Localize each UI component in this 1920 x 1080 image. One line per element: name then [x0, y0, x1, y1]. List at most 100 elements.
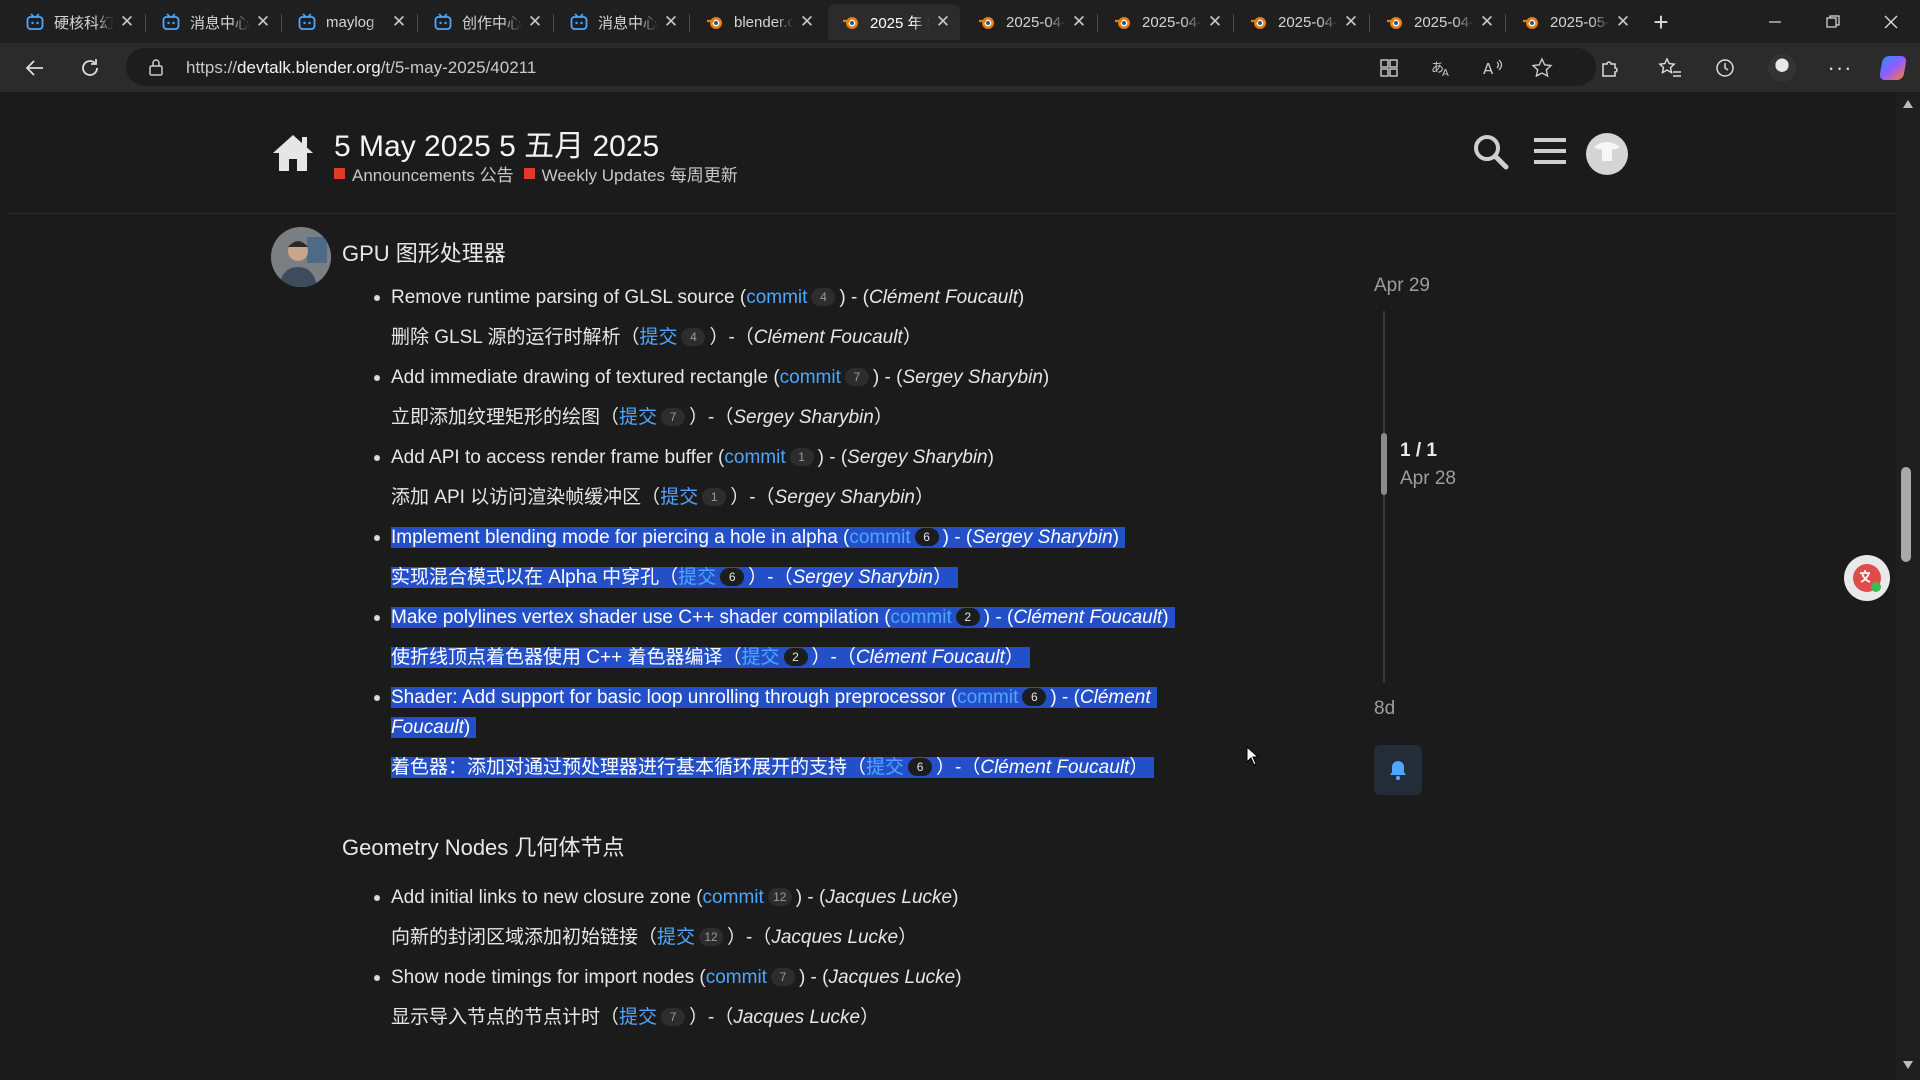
- timeline-track[interactable]: [1383, 311, 1385, 683]
- restore-button[interactable]: [1810, 6, 1856, 38]
- tab-1[interactable]: 消息中心 ✕: [148, 4, 280, 40]
- link-click-count: 7: [844, 368, 869, 386]
- timeline-end-date[interactable]: 8d: [1374, 698, 1395, 720]
- tab-title: 消息中心: [190, 14, 250, 32]
- tab-7[interactable]: 2025-04- ✕: [964, 4, 1096, 40]
- line-close-text: ): [952, 887, 959, 908]
- topic-title[interactable]: 5 May 2025 5 五月 2025: [334, 121, 659, 165]
- tab-close-icon[interactable]: ✕: [526, 12, 544, 32]
- page-scrollbar[interactable]: [1896, 93, 1920, 1080]
- tab-close-icon[interactable]: ✕: [934, 12, 952, 32]
- commit-link[interactable]: 提交: [660, 487, 698, 508]
- user-avatar[interactable]: [1586, 133, 1628, 175]
- changelog-line: Make polylines vertex shader use C++ sha…: [391, 603, 1175, 633]
- commit-link[interactable]: commit: [957, 687, 1018, 708]
- line-text: Shader: Add support for basic loop unrol…: [391, 687, 958, 708]
- line-close-text: ): [955, 967, 962, 988]
- tab-11[interactable]: 2025-05- ✕: [1508, 4, 1640, 40]
- favorites-button[interactable]: [1655, 53, 1685, 83]
- tab-close-icon[interactable]: ✕: [118, 12, 136, 32]
- tab-close-icon[interactable]: ✕: [1342, 12, 1360, 32]
- line-text: Make polylines vertex shader use C++ sha…: [391, 607, 891, 628]
- line-separator-text: ）-（: [811, 647, 856, 668]
- commit-link[interactable]: 提交: [639, 327, 677, 348]
- read-aloud-icon[interactable]: A: [1482, 58, 1504, 78]
- post-author-avatar[interactable]: [271, 227, 331, 287]
- timeline-handle[interactable]: [1381, 433, 1387, 495]
- tab-close-icon[interactable]: ✕: [254, 12, 272, 32]
- copilot-button[interactable]: [1878, 53, 1908, 83]
- line-close-text: ）: [1004, 647, 1024, 668]
- close-window-button[interactable]: [1868, 6, 1914, 38]
- profile-button[interactable]: [1767, 53, 1797, 83]
- commit-link[interactable]: commit: [746, 287, 807, 308]
- list-bullet: [374, 295, 380, 301]
- commit-link[interactable]: commit: [703, 887, 764, 908]
- commit-link[interactable]: 提交: [657, 927, 695, 948]
- home-icon[interactable]: [270, 131, 316, 175]
- commit-link[interactable]: commit: [706, 967, 767, 988]
- tab-2[interactable]: maylog ✕: [284, 4, 416, 40]
- timeline-start-date[interactable]: Apr 29: [1374, 275, 1430, 297]
- changelog-line: 立即添加纹理矩形的绘图（提交 7 ）-（Sergey Sharybin）: [391, 403, 893, 433]
- translate-icon[interactable]: あA: [1430, 58, 1452, 78]
- scroll-down-icon[interactable]: [1902, 1060, 1914, 1070]
- tab-3[interactable]: 创作中心 ✕: [420, 4, 552, 40]
- tab-8[interactable]: 2025-04- ✕: [1100, 4, 1232, 40]
- extensions-button[interactable]: [1595, 53, 1625, 83]
- refresh-button[interactable]: [75, 53, 105, 83]
- more-menu-button[interactable]: ···: [1825, 53, 1855, 83]
- scrollbar-thumb[interactable]: [1901, 467, 1911, 562]
- history-button[interactable]: [1710, 53, 1740, 83]
- tab-9[interactable]: 2025-04- ✕: [1236, 4, 1368, 40]
- floating-translate-button[interactable]: [1844, 555, 1890, 601]
- selection-highlight: 实现混合模式以在 Alpha 中穿孔（提交 6 ）-（Sergey Sharybin…: [391, 567, 958, 588]
- line-text: 立即添加纹理矩形的绘图（: [391, 407, 620, 428]
- back-button[interactable]: [20, 53, 50, 83]
- link-click-count: 1: [789, 448, 814, 466]
- favorite-star-icon[interactable]: [1531, 57, 1553, 79]
- category-weekly-updates[interactable]: Weekly Updates 每周更新: [542, 161, 738, 186]
- notification-button[interactable]: [1374, 745, 1422, 795]
- tab-close-icon[interactable]: ✕: [662, 12, 680, 32]
- line-text: Remove runtime parsing of GLSL source (: [391, 287, 747, 308]
- new-tab-button[interactable]: +: [1644, 6, 1678, 38]
- tab-10[interactable]: 2025-04- ✕: [1372, 4, 1504, 40]
- list-bullet: [374, 535, 380, 541]
- commit-link[interactable]: 提交: [619, 407, 657, 428]
- minimize-button[interactable]: [1752, 6, 1798, 38]
- changelog-line: Add immediate drawing of textured rectan…: [391, 363, 1049, 393]
- bell-icon: [1390, 761, 1406, 781]
- tab-close-icon[interactable]: ✕: [1206, 12, 1224, 32]
- commit-link[interactable]: commit: [849, 527, 910, 548]
- changelog-line: Add initial links to new closure zone (c…: [391, 883, 958, 913]
- tab-close-icon[interactable]: ✕: [390, 12, 408, 32]
- hamburger-menu-icon[interactable]: [1534, 136, 1566, 166]
- line-separator-text: ）-（: [748, 567, 793, 588]
- commit-link[interactable]: commit: [780, 367, 841, 388]
- search-icon[interactable]: [1472, 133, 1510, 171]
- tab-close-icon[interactable]: ✕: [1614, 12, 1632, 32]
- commit-link[interactable]: commit: [724, 447, 785, 468]
- tab-close-icon[interactable]: ✕: [1478, 12, 1496, 32]
- tab-separator: [1097, 14, 1098, 32]
- tab-4[interactable]: 消息中心 ✕: [556, 4, 688, 40]
- tab-5[interactable]: blender.c ✕: [692, 4, 824, 40]
- commit-link[interactable]: 提交: [741, 647, 779, 668]
- commit-link[interactable]: 提交: [619, 1007, 657, 1028]
- commit-link[interactable]: 提交: [866, 757, 904, 778]
- bilibili-icon: [298, 13, 316, 30]
- bilibili-icon: [26, 13, 44, 30]
- address-bar[interactable]: https://devtalk.blender.org/t/5-may-2025…: [126, 48, 1596, 86]
- tab-close-icon[interactable]: ✕: [1070, 12, 1088, 32]
- commit-link[interactable]: commit: [891, 607, 952, 628]
- tab-0[interactable]: 硬核科幻 ✕: [12, 4, 144, 40]
- category-announcements[interactable]: Announcements 公告: [352, 161, 514, 186]
- tab-6[interactable]: 2025 年 5 ✕: [828, 4, 960, 40]
- tab-close-icon[interactable]: ✕: [798, 12, 816, 32]
- scroll-up-icon[interactable]: [1902, 99, 1914, 109]
- changelog-line: 删除 GLSL 源的运行时解析（提交 4 ）-（Clément Foucault）: [391, 323, 922, 353]
- commit-link[interactable]: 提交: [678, 567, 716, 588]
- link-click-count: 2: [783, 648, 808, 666]
- app-available-icon[interactable]: [1379, 58, 1399, 78]
